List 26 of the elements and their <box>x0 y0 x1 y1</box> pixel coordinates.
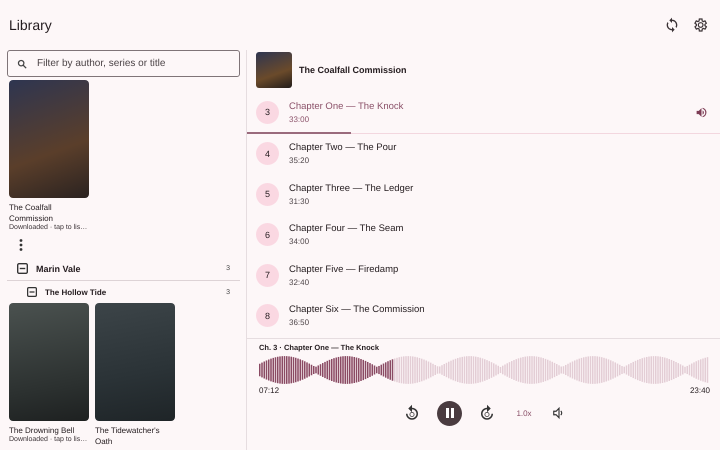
book-title: The Tidewatcher's Oath <box>95 425 161 447</box>
speed-button[interactable]: 1.0x <box>512 404 536 422</box>
series-name: The Hollow Tide <box>45 288 108 296</box>
chapter-item[interactable]: 3 Chapter One — The Knock 33:00 <box>247 92 720 134</box>
collapse-icon[interactable] <box>27 287 37 297</box>
speaker-icon <box>695 106 708 119</box>
chapter-item[interactable]: 6 Chapter Four — The Seam 34:00 <box>247 214 720 255</box>
remaining-time: 23:40 <box>690 386 710 395</box>
waveform-seek-bar[interactable] <box>259 355 709 385</box>
book-title: The Coalfall Commission <box>9 202 54 224</box>
pause-icon <box>444 407 456 419</box>
search-field[interactable]: Filter by author, series or title <box>7 50 240 77</box>
page-title: Library <box>9 17 52 33</box>
search-icon <box>17 58 27 68</box>
more-icon[interactable] <box>17 237 25 253</box>
chapter-item[interactable]: 8 Chapter Six — The Commission 36:50 <box>247 296 720 336</box>
group-name: Marin Vale <box>36 264 82 274</box>
book-cover <box>256 52 292 88</box>
chapter-item[interactable]: 7 Chapter Five — Firedamp 32:40 <box>247 255 720 296</box>
pause-button[interactable] <box>437 400 462 426</box>
collapse-icon[interactable] <box>17 263 28 274</box>
chapter-item[interactable]: 5 Chapter Three — The Ledger 31:30 <box>247 174 720 214</box>
elapsed-time: 07:12 <box>259 386 280 395</box>
book-title: The Coalfall Commission <box>299 65 407 75</box>
book-title: The Drowning Bell <box>9 425 76 436</box>
chapter-item[interactable]: 4 Chapter Two — The Pour 35:20 <box>247 134 720 174</box>
